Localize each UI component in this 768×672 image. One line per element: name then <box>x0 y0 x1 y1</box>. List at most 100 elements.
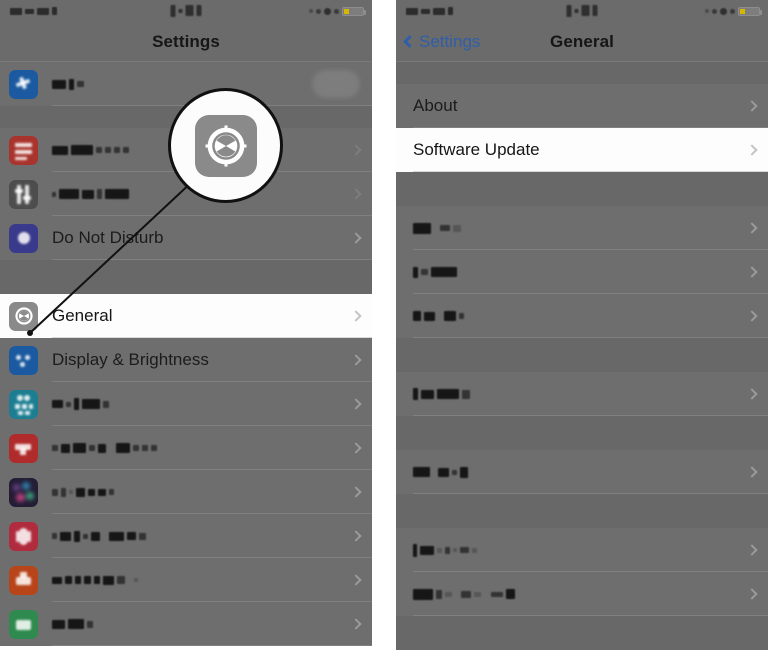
gear-icon-callout <box>168 88 283 203</box>
list-item-storage[interactable] <box>396 450 768 494</box>
chevron-right-icon <box>746 544 758 556</box>
list-item-label <box>413 309 464 323</box>
chevron-right-icon <box>350 442 362 454</box>
chevron-right-icon <box>350 398 362 410</box>
list-item-spotlight-search[interactable] <box>396 250 768 294</box>
notifications-icon <box>9 135 38 165</box>
chevron-right-icon <box>746 222 758 234</box>
list-item-software-update[interactable]: Software Update <box>396 128 768 172</box>
list-item-label <box>413 387 470 401</box>
list-item-label <box>413 587 515 601</box>
list-item-general[interactable]: General <box>0 294 372 338</box>
wallpaper-icon <box>9 389 38 419</box>
list-item-label <box>413 221 461 235</box>
moon-icon <box>9 223 38 253</box>
status-bar-carrier <box>406 7 453 15</box>
sounds-icon <box>9 433 38 463</box>
list-item-battery[interactable] <box>0 558 372 602</box>
siri-icon <box>9 477 38 507</box>
list-item-siri[interactable] <box>0 470 372 514</box>
status-bar-time <box>170 5 202 17</box>
list-item-background-refresh[interactable] <box>396 528 768 572</box>
list-item-label: About <box>413 96 458 115</box>
list-item-label <box>52 441 157 455</box>
control-center-icon <box>9 179 38 209</box>
list-item-handoff[interactable] <box>396 294 768 338</box>
right-nav-bar: Settings General <box>396 22 768 62</box>
group-gap <box>396 172 768 206</box>
list-item-label <box>52 143 129 157</box>
status-bar-battery <box>309 6 366 16</box>
status-bar <box>0 0 372 22</box>
list-item-sounds[interactable] <box>0 426 372 470</box>
battery-icon <box>9 565 38 595</box>
status-bar <box>396 0 768 22</box>
page-title: Settings <box>152 31 220 51</box>
list-item-label: Software Update <box>413 140 540 159</box>
list-item-label <box>52 397 109 411</box>
list-item-label <box>52 573 138 587</box>
list-item-accessibility[interactable] <box>396 372 768 416</box>
airplane-icon <box>9 69 38 99</box>
chevron-right-icon <box>350 188 362 200</box>
chevron-right-icon <box>350 310 362 322</box>
group-gap <box>396 62 768 84</box>
left-phone-panel: Settings Do Not Disturb General Display … <box>0 0 372 672</box>
list-item-about[interactable]: About <box>396 84 768 128</box>
list-item-label <box>52 485 114 499</box>
chevron-right-icon <box>746 310 758 322</box>
list-item-label <box>413 543 477 557</box>
chevron-right-icon <box>350 530 362 542</box>
touchid-icon <box>9 521 38 551</box>
list-item-label <box>413 465 468 479</box>
list-item-label <box>52 529 146 543</box>
tutorial-screenshot: Settings Do Not Disturb General Display … <box>0 0 768 672</box>
page-title: General <box>549 31 615 51</box>
chevron-right-icon <box>746 388 758 400</box>
list-item-label <box>52 77 84 91</box>
airplane-mode-toggle[interactable] <box>312 70 360 98</box>
group-gap <box>0 260 372 294</box>
list-item-privacy[interactable] <box>0 602 372 646</box>
gear-icon-magnified <box>194 114 257 177</box>
chevron-right-icon <box>350 486 362 498</box>
chevron-right-icon <box>350 574 362 586</box>
privacy-icon <box>9 609 38 639</box>
group-gap <box>396 416 768 450</box>
general-settings-list: About Software Update <box>396 62 768 650</box>
list-item-airplane-mode[interactable] <box>0 62 372 106</box>
chevron-right-icon <box>350 144 362 156</box>
chevron-right-icon <box>350 354 362 366</box>
list-item-label: Do Not Disturb <box>52 228 164 247</box>
group-gap <box>396 616 768 650</box>
list-item-touch-id-passcode[interactable] <box>0 514 372 558</box>
list-item-label <box>52 187 129 201</box>
chevron-right-icon <box>746 100 758 112</box>
list-item-wallpaper[interactable] <box>0 382 372 426</box>
status-bar-battery <box>705 6 762 16</box>
chevron-right-icon <box>350 618 362 630</box>
left-nav-bar: Settings <box>0 22 372 62</box>
status-bar-time <box>566 5 598 17</box>
panel-divider <box>372 0 384 672</box>
list-item-auto-lock[interactable] <box>396 572 768 616</box>
display-icon <box>9 345 38 375</box>
list-item-label: Display & Brightness <box>52 350 209 369</box>
group-gap <box>396 338 768 372</box>
list-item-label <box>413 265 457 279</box>
chevron-right-icon <box>746 266 758 278</box>
list-item-label: General <box>52 306 113 325</box>
group-gap <box>396 494 768 528</box>
chevron-right-icon <box>746 144 758 156</box>
chevron-right-icon <box>350 232 362 244</box>
back-button-label: Settings <box>419 31 481 51</box>
chevron-right-icon <box>746 466 758 478</box>
list-item-siri-general[interactable] <box>396 206 768 250</box>
gear-icon <box>9 301 38 331</box>
list-item-do-not-disturb[interactable]: Do Not Disturb <box>0 216 372 260</box>
back-button[interactable]: Settings <box>403 31 481 52</box>
status-bar-carrier <box>10 7 57 15</box>
chevron-left-icon <box>403 35 416 48</box>
right-phone-panel: Settings General About Software Update <box>396 0 768 672</box>
list-item-display-brightness[interactable]: Display & Brightness <box>0 338 372 382</box>
